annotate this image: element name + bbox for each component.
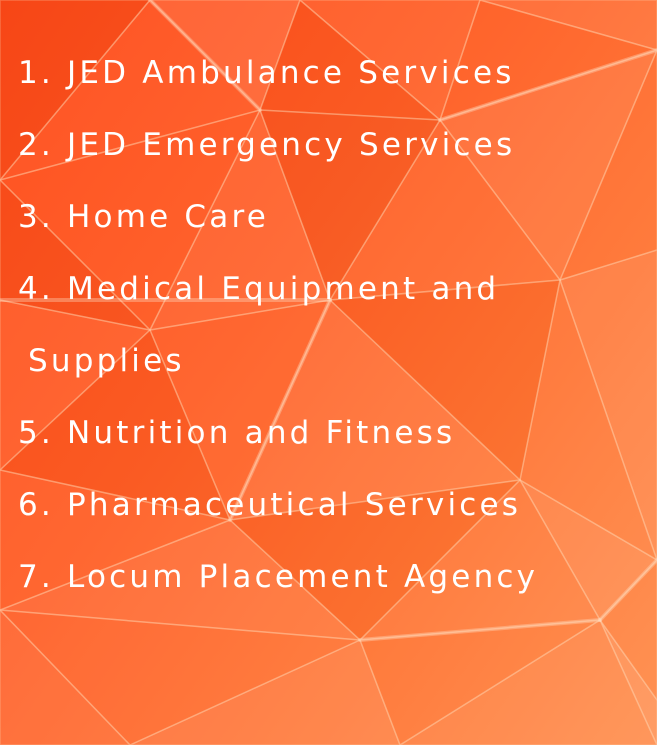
service-item-6: 6. Pharmaceutical Services	[18, 469, 538, 541]
service-item-7: 7. Locum Placement Agency	[18, 541, 538, 613]
service-item-4-label-continuation: Supplies	[28, 343, 185, 379]
service-item-1: 1. JED Ambulance Services	[18, 37, 538, 109]
service-item-1-label: 1. JED Ambulance Services	[18, 55, 515, 91]
service-item-3-label: 3. Home Care	[18, 199, 270, 235]
service-item-2-label: 2. JED Emergency Services	[18, 127, 516, 163]
service-item-7-label: 7. Locum Placement Agency	[18, 559, 539, 595]
service-item-6-label: 6. Pharmaceutical Services	[18, 487, 522, 523]
service-item-4: 4. Medical Equipment and Supplies	[18, 253, 538, 397]
services-list: 1. JED Ambulance Services 2. JED Emergen…	[18, 37, 538, 613]
service-item-5: 5. Nutrition and Fitness	[18, 397, 538, 469]
service-item-3: 3. Home Care	[18, 181, 538, 253]
service-item-4-label: 4. Medical Equipment and	[18, 271, 500, 307]
service-item-2: 2. JED Emergency Services	[18, 109, 538, 181]
service-item-5-label: 5. Nutrition and Fitness	[18, 415, 456, 451]
